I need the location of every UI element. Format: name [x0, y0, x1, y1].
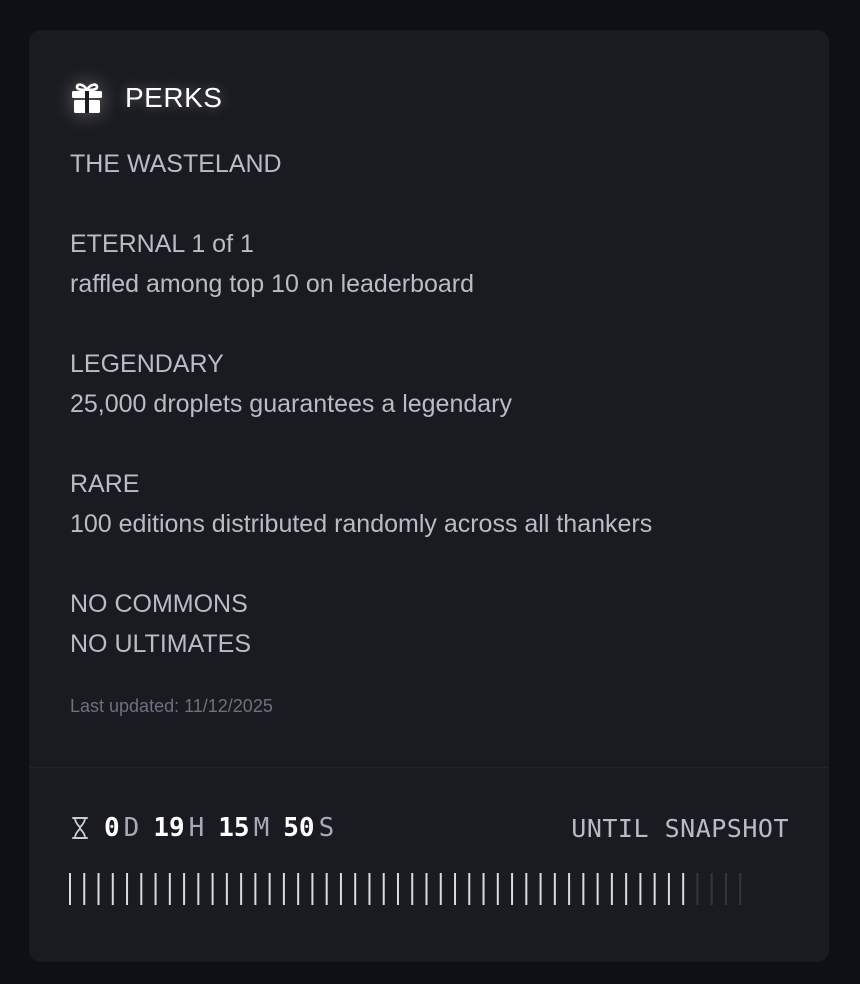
hourglass-icon [70, 815, 90, 841]
countdown-hours-unit: H [188, 813, 205, 843]
countdown-minutes-unit: M [253, 813, 270, 843]
countdown-days: 0 [104, 813, 120, 843]
until-snapshot-label: UNTIL SNAPSHOT [571, 813, 789, 843]
progress-ticks [69, 873, 742, 905]
perks-header: PERKS [70, 80, 222, 116]
perk-spacer [70, 424, 790, 464]
perk-line: LEGENDARY [70, 350, 224, 378]
countdown-row: 0 D 19 H 15 M 50 S UNTIL SNAPSHOT [70, 810, 789, 846]
countdown-minutes: 15 [218, 813, 250, 843]
perk-spacer [70, 544, 790, 584]
snapshot-progress-bar [69, 873, 779, 905]
perk-line: RARE [70, 470, 140, 498]
perk-line: ETERNAL 1 of 1 [70, 230, 254, 258]
countdown-seconds-unit: S [318, 813, 335, 843]
perks-description: THE WASTELAND ETERNAL 1 of 1 raffled among… [70, 144, 790, 664]
perk-line: 25,000 droplets guarantees a legendary [70, 390, 512, 418]
perk-line: THE WASTELAND [70, 150, 282, 178]
perks-title: PERKS [125, 82, 223, 113]
countdown-hours: 19 [153, 813, 185, 843]
countdown-timer: 0 D 19 H 15 M 50 S [70, 813, 334, 843]
countdown-days-unit: D [123, 813, 140, 843]
perk-spacer [70, 184, 790, 224]
perk-spacer [70, 304, 790, 344]
perk-line: raffled among top 10 on leaderboard [70, 270, 475, 298]
perk-line: NO COMMONS [70, 590, 248, 618]
last-updated-text: Last updated: 11/12/2025 [70, 696, 273, 716]
perk-line: NO ULTIMATES [70, 630, 252, 658]
perk-line: 100 editions distributed randomly across… [70, 510, 653, 538]
countdown-seconds: 50 [283, 813, 315, 843]
perks-card: PERKS THE WASTELAND ETERNAL 1 of 1 raffled… [29, 30, 829, 962]
gift-icon [70, 80, 106, 116]
card-divider [29, 767, 829, 768]
